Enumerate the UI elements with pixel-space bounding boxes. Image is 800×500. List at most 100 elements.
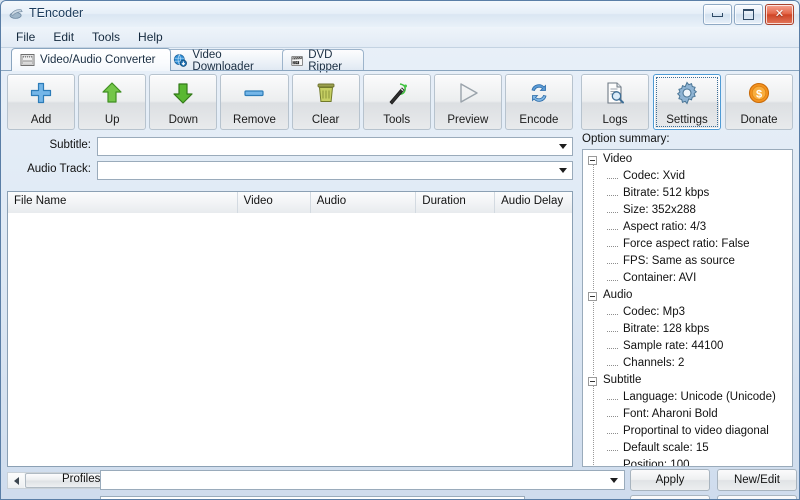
menu-item-help[interactable]: Help xyxy=(129,28,172,46)
dvd-clapper-icon: 2 4 xyxy=(291,55,303,66)
audio-track-label: Audio Track: xyxy=(27,163,91,175)
column-header-file-name[interactable]: File Name xyxy=(8,192,238,213)
tab-video-downloader[interactable]: Video Downloader xyxy=(164,49,286,73)
audio-track-combo[interactable] xyxy=(97,161,573,180)
tree-item: Font: Aharoni Bold xyxy=(585,408,792,425)
encode-button[interactable]: Encode xyxy=(504,74,573,130)
subtitle-combo[interactable] xyxy=(97,137,573,156)
main-content: Add Up Down Remove Clear Tools Preview E… xyxy=(5,71,797,499)
tree-item: Bitrate: 128 kbps xyxy=(585,323,792,340)
left-pane: Add Up Down Remove Clear Tools Preview E… xyxy=(5,71,577,497)
tree-item: Proportinal to video diagonal xyxy=(585,425,792,442)
apply-button[interactable]: Apply xyxy=(630,469,710,491)
tree-item-label: Channels: 2 xyxy=(623,357,685,369)
secondary-combo[interactable] xyxy=(100,496,525,499)
column-header-audio-delay[interactable]: Audio Delay xyxy=(495,192,572,213)
newedit-button[interactable]: New/Edit xyxy=(717,469,797,491)
subtitle-label: Subtitle: xyxy=(49,139,91,151)
tree-item-label: Sample rate: 44100 xyxy=(623,340,724,352)
tree-node-video[interactable]: Video xyxy=(585,153,792,170)
minimize-button[interactable] xyxy=(703,4,732,25)
tree-item: FPS: Same as source xyxy=(585,255,792,272)
collapse-icon[interactable] xyxy=(588,377,597,386)
button-label: Tools xyxy=(383,114,411,126)
tree-item: Language: Unicode (Unicode) xyxy=(585,391,792,408)
tab-dvd-ripper[interactable]: 2 4 DVD Ripper xyxy=(282,48,364,73)
button-label: Preview xyxy=(447,114,489,126)
tree-item-label: Container: AVI xyxy=(623,272,697,284)
file-list-header: File Name Video Audio Duration Audio Del… xyxy=(8,192,572,214)
collapse-icon[interactable] xyxy=(588,156,597,165)
chevron-down-icon[interactable] xyxy=(610,478,618,483)
app-icon xyxy=(9,9,23,19)
tree-item: Aspect ratio: 4/3 xyxy=(585,221,792,238)
button-label: Settings xyxy=(666,114,708,126)
column-header-audio[interactable]: Audio xyxy=(311,192,417,213)
button-label: Remove xyxy=(233,114,276,126)
menu-bar: File Edit Tools Help xyxy=(1,27,799,48)
close-button[interactable]: ✕ xyxy=(765,4,794,25)
settings-button[interactable]: Settings xyxy=(653,74,721,130)
chevron-down-icon[interactable] xyxy=(559,168,567,173)
collapse-icon[interactable] xyxy=(588,292,597,301)
tab-label: DVD Ripper xyxy=(308,48,343,73)
coin-dollar-icon: $ xyxy=(747,80,771,106)
donate-button[interactable]: $ Donate xyxy=(725,74,793,130)
svg-text:$: $ xyxy=(756,89,762,101)
document-magnifier-icon xyxy=(603,80,627,106)
file-list[interactable]: File Name Video Audio Duration Audio Del… xyxy=(7,191,573,467)
down-button[interactable]: Down xyxy=(149,74,218,130)
menu-item-edit[interactable]: Edit xyxy=(44,28,83,46)
button-label: Clear xyxy=(311,114,340,126)
file-list-body[interactable] xyxy=(8,213,572,466)
right-pane: Logs Settings $ Donate Option summary: V… xyxy=(579,71,795,497)
trash-icon xyxy=(315,80,337,106)
tree-node-label: Video xyxy=(603,153,633,165)
option-summary-tree[interactable]: Video Codec: Xvid Bitrate: 512 kbps Size… xyxy=(582,149,793,467)
window-controls: ✕ xyxy=(703,4,794,25)
right-button-group: Logs Settings $ Donate xyxy=(581,74,793,130)
tree-item: Size: 352x288 xyxy=(585,204,792,221)
column-header-video[interactable]: Video xyxy=(238,192,311,213)
remove-button[interactable]: Remove xyxy=(220,74,289,130)
tree-item-label: Default scale: 15 xyxy=(623,442,709,454)
tree-node-subtitle[interactable]: Subtitle xyxy=(585,374,792,391)
tree-item-label: Bitrate: 512 kbps xyxy=(623,187,710,199)
logs-button[interactable]: Logs xyxy=(581,74,649,130)
column-header-duration[interactable]: Duration xyxy=(416,192,496,213)
secondary-button-left[interactable] xyxy=(630,495,710,499)
tree-item-label: Bitrate: 128 kbps xyxy=(623,323,710,335)
up-button[interactable]: Up xyxy=(78,74,147,130)
menu-item-file[interactable]: File xyxy=(7,28,44,46)
tree-item-label: Language: Unicode (Unicode) xyxy=(623,391,776,403)
play-icon xyxy=(456,80,480,106)
bottom-bar: Profiles: Apply New/Edit xyxy=(5,462,797,499)
arrow-up-icon xyxy=(101,80,123,106)
tree-node-audio[interactable]: Audio xyxy=(585,289,792,306)
button-label: Up xyxy=(104,114,120,126)
add-button[interactable]: Add xyxy=(7,74,76,130)
clear-button[interactable]: Clear xyxy=(291,74,360,130)
tools-button[interactable]: Tools xyxy=(362,74,431,130)
audio-track-row: Audio Track: xyxy=(7,161,573,180)
profiles-combo[interactable] xyxy=(100,470,625,490)
gear-icon xyxy=(675,80,699,106)
menu-item-tools[interactable]: Tools xyxy=(83,28,129,46)
tree-item: Container: AVI xyxy=(585,272,792,289)
button-label: Encode xyxy=(519,114,559,126)
chevron-down-icon[interactable] xyxy=(559,144,567,149)
tab-strip: Video/Audio Converter Video Downloader 2… xyxy=(1,47,799,73)
tree-item: Codec: Xvid xyxy=(585,170,792,187)
tree-item: Force aspect ratio: False xyxy=(585,238,792,255)
tree-item-label: Size: 352x288 xyxy=(623,204,696,216)
tree-item: Default scale: 15 xyxy=(585,442,792,459)
tab-video-audio-converter[interactable]: Video/Audio Converter xyxy=(11,48,171,71)
magic-wand-icon xyxy=(385,80,409,106)
minimize-icon xyxy=(712,12,723,17)
preview-button[interactable]: Preview xyxy=(433,74,502,130)
button-label: Donate xyxy=(740,114,778,126)
secondary-button-right[interactable] xyxy=(717,495,797,499)
maximize-button[interactable] xyxy=(734,4,763,25)
minus-icon xyxy=(242,80,266,106)
button-label: Add xyxy=(30,114,52,126)
